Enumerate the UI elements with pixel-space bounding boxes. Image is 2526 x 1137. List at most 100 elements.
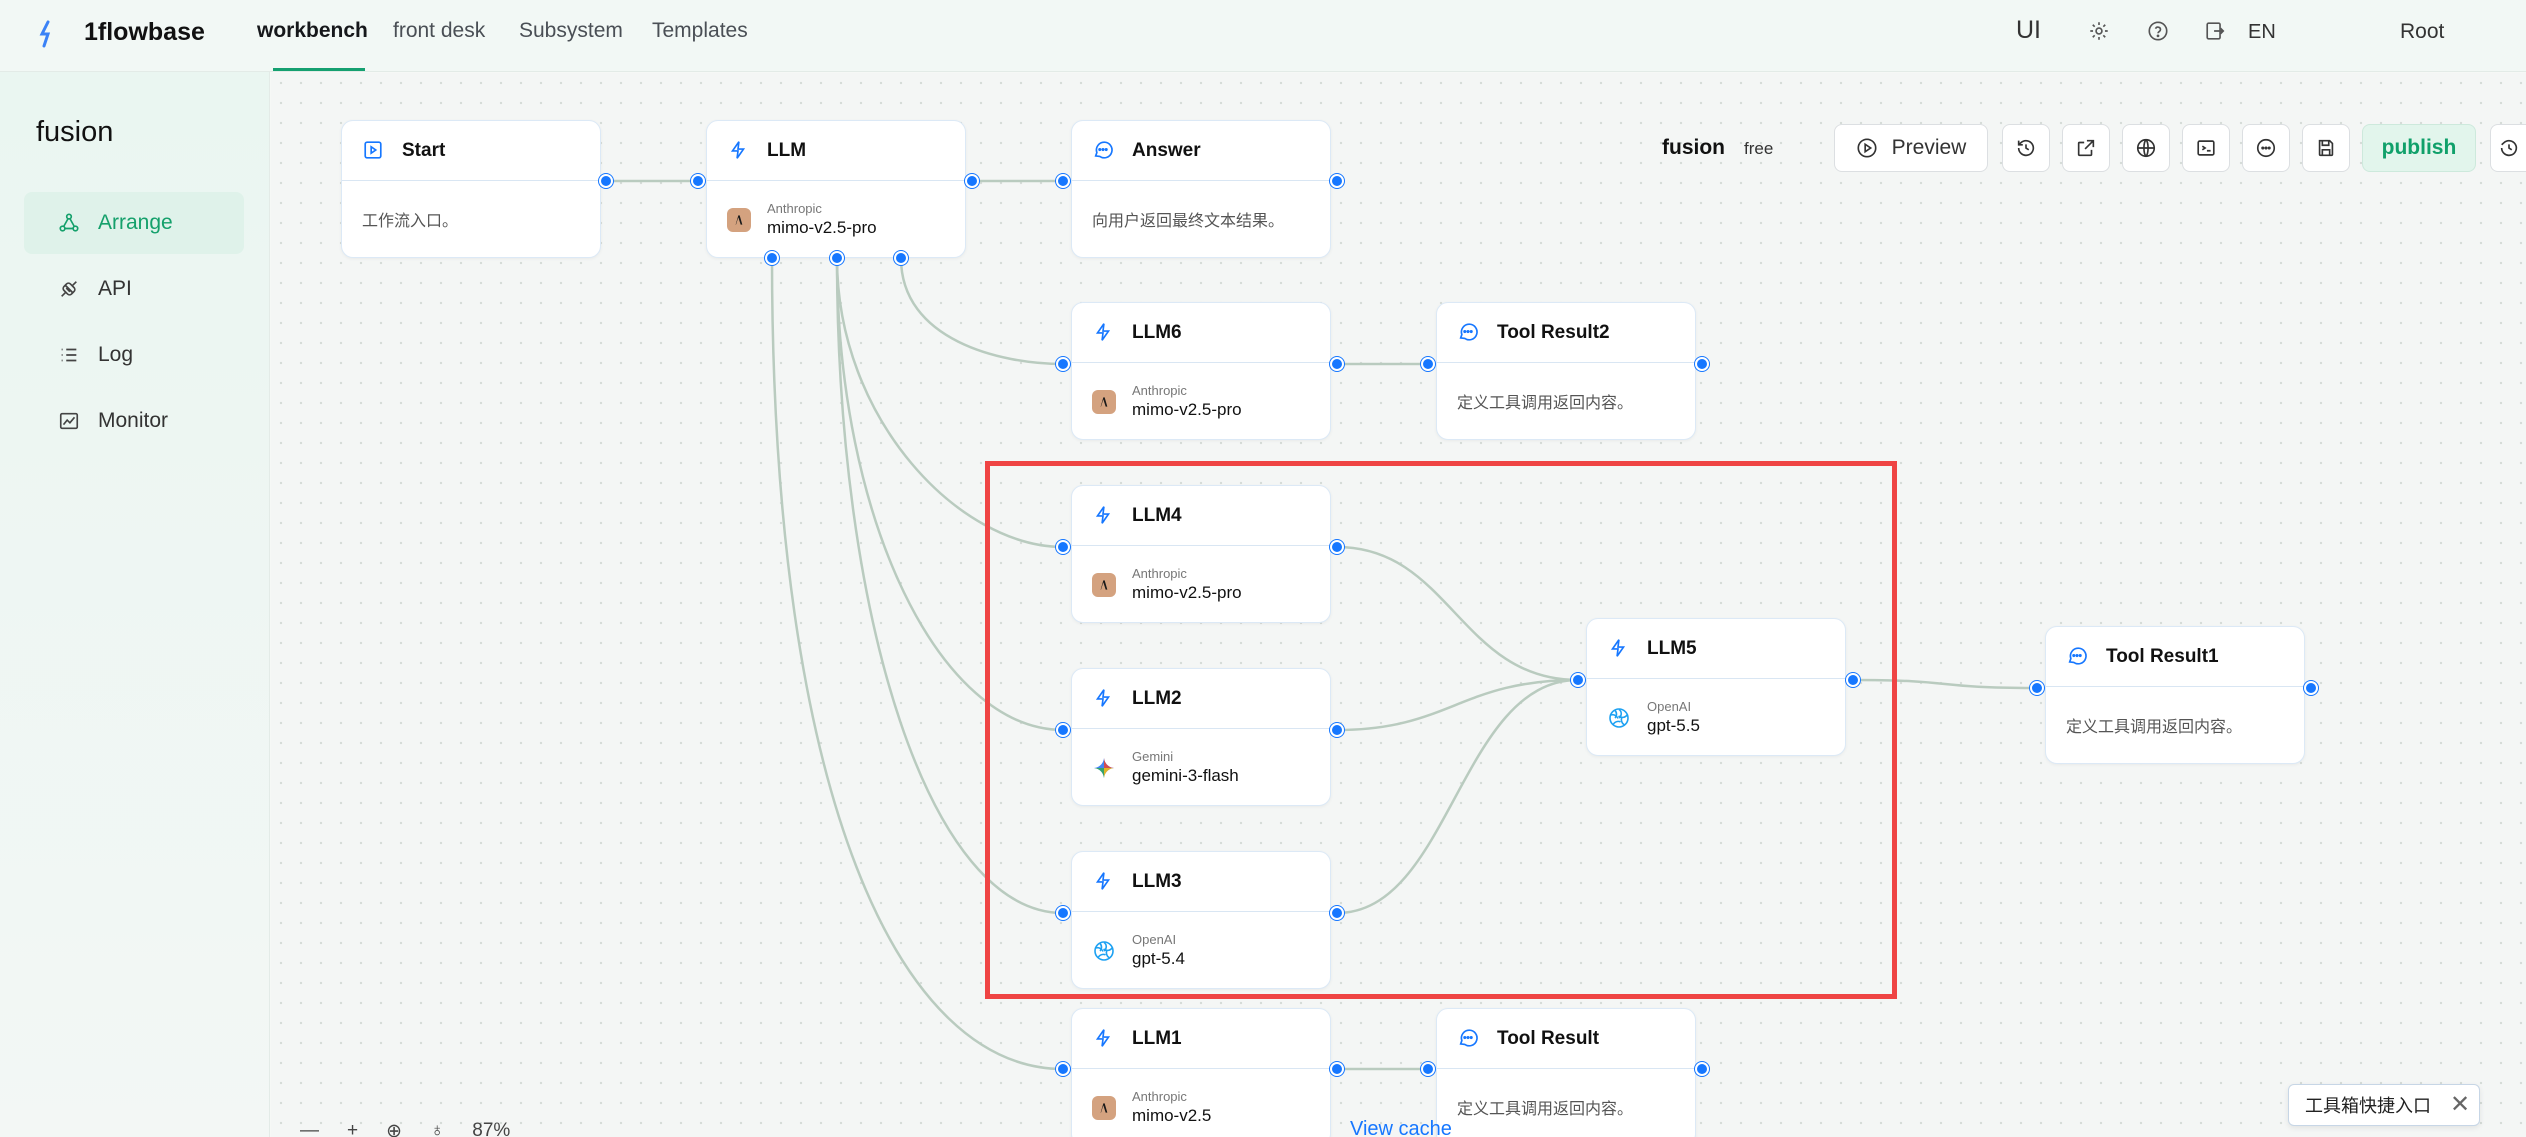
openai-icon — [1092, 939, 1116, 963]
lightning-icon — [1092, 870, 1116, 894]
node-llm4[interactable]: LLM4 Anthropic mimo-v2.5-pro — [1071, 485, 1331, 623]
tab-subsystem[interactable]: Subsystem — [519, 19, 623, 43]
history-button[interactable] — [2002, 124, 2050, 172]
node-answer[interactable]: Answer 向用户返回最终文本结果。 — [1071, 120, 1331, 258]
top-bar: 1flowbase workbench front desk Subsystem… — [0, 0, 2526, 72]
node-llm6[interactable]: LLM6 Anthropic mimo-v2.5-pro — [1071, 302, 1331, 440]
gemini-icon — [1092, 756, 1116, 780]
help-icon[interactable] — [2147, 20, 2173, 46]
port-llm1-in[interactable] — [1056, 1062, 1070, 1076]
zoom-level[interactable]: 87% — [472, 1120, 510, 1137]
port-llm-out-3[interactable] — [894, 251, 908, 265]
openai-icon — [1607, 706, 1631, 730]
workflow-name: fusion — [1662, 136, 1725, 159]
node-llm5[interactable]: LLM5 OpenAI gpt-5.5 — [1586, 618, 1846, 756]
terminal-button[interactable] — [2182, 124, 2230, 172]
tab-workbench[interactable]: workbench — [257, 19, 368, 43]
port-llm4-in[interactable] — [1056, 540, 1070, 554]
port-start-out[interactable] — [599, 174, 613, 188]
port-tool-result1-out[interactable] — [2304, 681, 2318, 695]
message-icon — [1457, 321, 1481, 345]
port-tool-result2-in[interactable] — [1421, 357, 1435, 371]
export-icon[interactable] — [2204, 20, 2230, 46]
port-llm-out[interactable] — [965, 174, 979, 188]
language-switch[interactable]: EN — [2248, 21, 2276, 44]
port-llm3-in[interactable] — [1056, 906, 1070, 920]
version-history-button[interactable] — [2490, 124, 2526, 172]
node-llm3[interactable]: LLM3 OpenAI gpt-5.4 — [1071, 851, 1331, 989]
port-llm3-out[interactable] — [1330, 906, 1344, 920]
port-llm2-out[interactable] — [1330, 723, 1344, 737]
model-name: gpt-5.4 — [1132, 949, 1185, 968]
port-answer-out[interactable] — [1330, 174, 1344, 188]
port-llm-out-1[interactable] — [765, 251, 779, 265]
port-llm1-out[interactable] — [1330, 1062, 1344, 1076]
close-icon[interactable]: ✕ — [2450, 1090, 2470, 1119]
plan-badge: free — [1744, 139, 1774, 158]
node-title: LLM2 — [1132, 687, 1182, 709]
lightning-icon — [1092, 1027, 1116, 1051]
arrange-layout-icon[interactable]: ♁ — [430, 1120, 444, 1137]
lightning-icon — [1607, 637, 1631, 661]
clock-icon — [2500, 139, 2517, 157]
node-llm2[interactable]: LLM2 Gemini gemini-3-flash — [1071, 668, 1331, 806]
node-tool-result1[interactable]: Tool Result1 定义工具调用返回内容。 — [2045, 626, 2305, 764]
sidebar-item-api[interactable]: API — [24, 258, 244, 320]
node-title: Tool Result — [1497, 1027, 1600, 1049]
node-tool-result[interactable]: Tool Result 定义工具调用返回内容。 — [1436, 1008, 1696, 1137]
app-name: 1flowbase — [84, 18, 205, 46]
publish-button[interactable]: publish — [2362, 124, 2476, 172]
model-name: gemini-3-flash — [1132, 766, 1239, 785]
globe-button[interactable] — [2122, 124, 2170, 172]
node-llm[interactable]: LLM Anthropic mimo-v2.5-pro — [706, 120, 966, 258]
tab-front-desk[interactable]: front desk — [393, 19, 485, 43]
node-description: 定义工具调用返回内容。 — [1457, 1101, 1634, 1118]
anthropic-icon — [1092, 572, 1116, 597]
node-start[interactable]: Start 工作流入口。 — [341, 120, 601, 258]
sidebar-item-log[interactable]: Log — [24, 324, 244, 386]
port-llm-out-2[interactable] — [830, 251, 844, 265]
port-llm5-in[interactable] — [1571, 673, 1585, 687]
port-llm6-in[interactable] — [1056, 357, 1070, 371]
log-icon — [58, 344, 80, 366]
port-tool-result1-in[interactable] — [2030, 681, 2044, 695]
open-external-button[interactable] — [2062, 124, 2110, 172]
play-circle-icon — [1857, 138, 1877, 158]
zoom-out-icon[interactable]: — — [300, 1120, 319, 1137]
save-button[interactable] — [2302, 124, 2350, 172]
zoom-controls: — + ⊕ ♁ 87% — [300, 1120, 510, 1137]
ui-switch[interactable]: UI — [2016, 16, 2041, 45]
port-llm6-out[interactable] — [1330, 357, 1344, 371]
fit-view-icon[interactable]: ⊕ — [386, 1120, 402, 1137]
sidebar: fusion Arrange API Log Monitor — [0, 72, 270, 1137]
history-icon — [2017, 139, 2035, 157]
anthropic-icon — [1092, 389, 1116, 414]
zoom-in-icon[interactable]: + — [347, 1120, 358, 1137]
view-cache-link[interactable]: View cache — [1350, 1118, 1452, 1137]
model-name: mimo-v2.5-pro — [1132, 583, 1242, 602]
sidebar-item-monitor[interactable]: Monitor — [24, 390, 244, 452]
toolbox-tip-label: 工具箱快捷入口 — [2305, 1096, 2431, 1116]
model-name: mimo-v2.5 — [1132, 1106, 1212, 1125]
tab-templates[interactable]: Templates — [652, 19, 748, 43]
node-title: LLM — [767, 139, 807, 161]
port-llm-in[interactable] — [691, 174, 705, 188]
port-tool-result2-out[interactable] — [1695, 357, 1709, 371]
node-tool-result2[interactable]: Tool Result2 定义工具调用返回内容。 — [1436, 302, 1696, 440]
sidebar-item-arrange[interactable]: Arrange — [24, 192, 244, 254]
port-tool-result-out[interactable] — [1695, 1062, 1709, 1076]
app-title: fusion — [36, 116, 114, 148]
port-llm2-in[interactable] — [1056, 723, 1070, 737]
settings-icon[interactable] — [2088, 20, 2114, 46]
node-llm1[interactable]: LLM1 Anthropic mimo-v2.5 — [1071, 1008, 1331, 1137]
model-provider: Anthropic — [1132, 1089, 1187, 1104]
port-tool-result-in[interactable] — [1421, 1062, 1435, 1076]
user-menu[interactable]: Root — [2400, 20, 2444, 44]
port-llm4-out[interactable] — [1330, 540, 1344, 554]
preview-button[interactable]: Preview — [1834, 124, 1988, 172]
chat-button[interactable] — [2242, 124, 2290, 172]
globe-icon — [2136, 138, 2156, 158]
port-answer-in[interactable] — [1056, 174, 1070, 188]
node-title: Answer — [1132, 139, 1201, 161]
port-llm5-out[interactable] — [1846, 673, 1860, 687]
